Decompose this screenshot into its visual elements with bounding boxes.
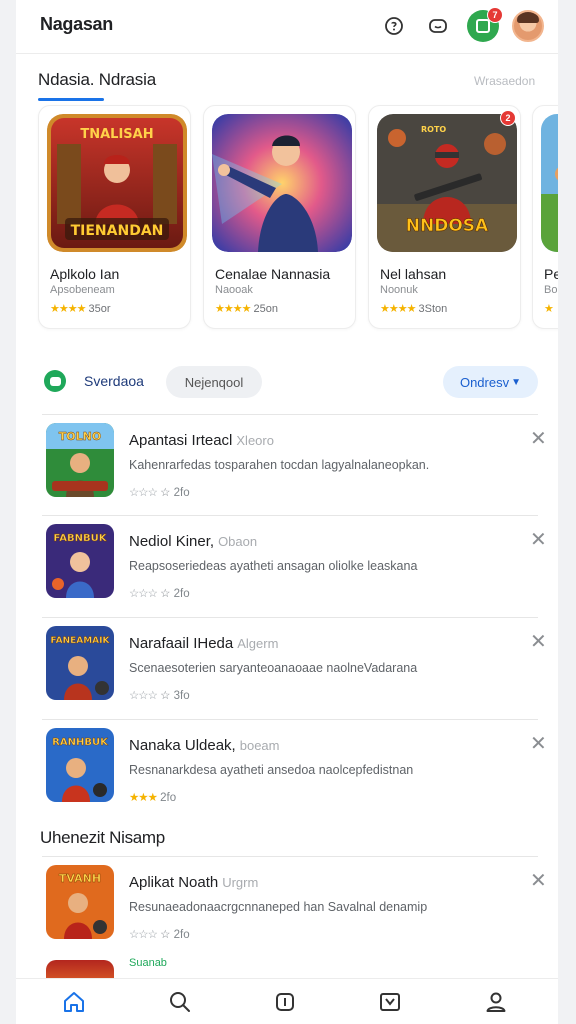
card-rating: ★★★★ 25on bbox=[215, 303, 278, 315]
game-artwork: ROTO NNDOSA bbox=[377, 114, 517, 252]
list-item[interactable]: RANHBUK Nanaka Uldeak, boeam Resnanarkdes… bbox=[42, 720, 547, 820]
top-bar: Nagasan 7 bbox=[16, 0, 558, 54]
list-item-description: Reapsoseriedeas ayatheti ansagan oliolke… bbox=[129, 559, 418, 573]
list-item-rating: ☆☆☆ ☆ 3fo bbox=[129, 690, 190, 702]
list-item-title: Aplikat Noath Urgrm bbox=[129, 874, 259, 891]
list-item-title: Nediol Kiner, Obaon bbox=[129, 533, 258, 550]
list-item[interactable]: FABNBUK Nediol Kiner, Obaon Reapsoseriede… bbox=[42, 516, 547, 616]
featured-card[interactable]: Cenalae Nannasia Naooak ★★★★ 25on bbox=[203, 105, 356, 329]
filter-chip[interactable]: Nejenqool bbox=[166, 366, 262, 398]
card-subtitle: Noonuk bbox=[380, 284, 418, 296]
card-rating: ★★★★ 35or bbox=[50, 303, 111, 315]
list-item-description: Kahenrarfedas tosparahen tocdan lagyalna… bbox=[129, 458, 430, 472]
card-title: Cenalae Nannasia bbox=[215, 266, 331, 282]
list-item[interactable]: TOLNO Apantasi Irteacl Xleoro Kahenrarfed… bbox=[42, 415, 547, 515]
library-icon[interactable] bbox=[377, 989, 403, 1015]
thumbnail-text: TVANH bbox=[59, 872, 101, 885]
list-item-rating: ☆☆☆ ☆ 2fo bbox=[129, 487, 190, 499]
app-thumbnail: FABNBUK bbox=[46, 524, 114, 598]
profile-icon[interactable] bbox=[483, 989, 509, 1015]
app-window: Nagasan 7 Ndasia. Ndrasia Wrasaedon TNAL… bbox=[16, 0, 558, 1024]
close-icon[interactable]: ✕ bbox=[530, 632, 547, 652]
section-title: Ndasia. Ndrasia bbox=[38, 70, 156, 89]
thumbnail-text: RANHBUK bbox=[52, 737, 109, 748]
card-rating: ★★★★ 3Ston bbox=[380, 303, 448, 315]
game-artwork bbox=[212, 114, 352, 252]
list-item-label: Suanab bbox=[129, 957, 167, 969]
artwork-logo: NNDOSA bbox=[406, 216, 489, 236]
chevron-down-icon: ▼ bbox=[511, 376, 522, 388]
list-item-description: Scenaesoterien saryanteoanaoaae naolneVa… bbox=[129, 661, 418, 675]
close-icon[interactable]: ✕ bbox=[530, 530, 547, 550]
home-icon[interactable] bbox=[61, 989, 87, 1015]
filter-active-label[interactable]: Sverdaoa bbox=[84, 373, 144, 389]
app-title: Nagasan bbox=[40, 14, 113, 34]
sort-button[interactable]: Ondresv ▼ bbox=[443, 366, 538, 398]
thumbnail-text: TOLNO bbox=[59, 430, 101, 443]
list-item-description: Resnanarkdesa ayatheti ansedoa naolcepfe… bbox=[129, 763, 414, 777]
list-item[interactable]: TVANH Aplikat Noath Urgrm Resunaeadonaacr… bbox=[42, 857, 547, 957]
section-title: Uhenezit Nisamp bbox=[40, 828, 165, 847]
card-title: Pet bbox=[544, 266, 558, 282]
thumbnail-text: FABNBUK bbox=[54, 533, 108, 544]
close-icon[interactable]: ✕ bbox=[530, 871, 547, 891]
sort-label: Ondresv bbox=[459, 374, 510, 390]
search-icon[interactable] bbox=[167, 989, 193, 1015]
app-thumbnail: RANHBUK bbox=[46, 728, 114, 802]
chat-icon[interactable] bbox=[380, 12, 408, 40]
list-item-title: Narafaail IHeda Algerm bbox=[129, 635, 279, 652]
list-item-rating: ☆☆☆ ☆ 2fo bbox=[129, 588, 190, 600]
gamepad-icon[interactable] bbox=[424, 12, 452, 40]
game-artwork: TNALISAH TIENANDAN bbox=[47, 114, 187, 252]
bottom-navigation bbox=[16, 978, 558, 1024]
filter-chat-icon[interactable] bbox=[44, 370, 66, 392]
game-artwork bbox=[541, 114, 558, 252]
featured-card[interactable]: ROTO NNDOSA Nel lahsan Noonuk ★★★★ 3Ston… bbox=[368, 105, 521, 329]
section-tab-indicator bbox=[38, 98, 104, 101]
list-item[interactable]: FANEAMAIK Narafaail IHeda Algerm Scenaeso… bbox=[42, 618, 547, 718]
close-icon[interactable]: ✕ bbox=[530, 734, 547, 754]
card-subtitle: Bod bbox=[544, 284, 558, 296]
notification-icon bbox=[476, 19, 490, 33]
thumbnail-text: FANEAMAIK bbox=[51, 636, 111, 646]
svg-text:ROTO: ROTO bbox=[421, 125, 446, 134]
see-more-link[interactable]: Wrasaedon bbox=[474, 74, 535, 88]
card-badge: 2 bbox=[500, 110, 516, 126]
list-item-rating: ★★★ 2fo bbox=[129, 792, 177, 804]
list-item-title: Nanaka Uldeak, boeam bbox=[129, 737, 280, 754]
featured-card[interactable]: TNALISAH TIENANDAN Aplkolo Ian Apsobenea… bbox=[38, 105, 191, 329]
app-thumbnail: TOLNO bbox=[46, 423, 114, 497]
card-title: Nel lahsan bbox=[380, 266, 447, 282]
artwork-logo: TIENANDAN bbox=[71, 223, 164, 239]
list-item-description: Resunaeadonaacrgcnnaneped han Savalnal d… bbox=[129, 900, 428, 914]
card-title: Aplkolo Ian bbox=[50, 266, 120, 282]
card-subtitle: Apsobeneam bbox=[50, 284, 115, 296]
card-subtitle: Naooak bbox=[215, 284, 253, 296]
app-thumbnail: FANEAMAIK bbox=[46, 626, 114, 700]
artwork-title: TNALISAH bbox=[80, 127, 153, 142]
notification-badge: 7 bbox=[487, 7, 503, 23]
card-rating: ★ bbox=[544, 303, 554, 315]
avatar[interactable] bbox=[512, 10, 544, 42]
app-thumbnail: TVANH bbox=[46, 865, 114, 939]
close-icon[interactable]: ✕ bbox=[530, 429, 547, 449]
list-item-rating: ☆☆☆ ☆ 2fo bbox=[129, 929, 190, 941]
notifications-button[interactable]: 7 bbox=[467, 7, 503, 42]
featured-card[interactable]: Pet Bod ★ bbox=[532, 105, 558, 329]
list-item-title: Apantasi Irteacl Xleoro bbox=[129, 432, 274, 449]
apps-icon[interactable] bbox=[272, 989, 298, 1015]
